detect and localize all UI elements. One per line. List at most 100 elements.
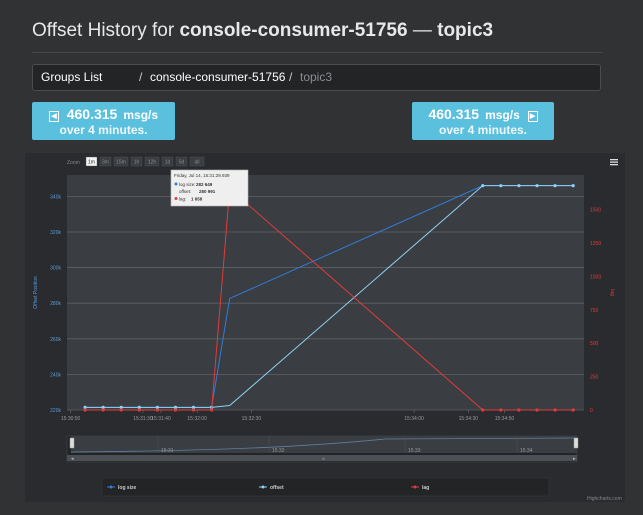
data-point <box>571 184 575 188</box>
legend-label: log size <box>118 485 137 491</box>
data-point <box>535 408 539 412</box>
scrollbar-grip: III <box>322 456 325 461</box>
data-point <box>210 408 214 412</box>
tooltip-marker <box>174 197 178 200</box>
zoom-button-label: 3m <box>102 160 109 166</box>
legend-marker <box>261 485 265 489</box>
tooltip-label: lag: <box>179 197 186 202</box>
zoom-button-3m[interactable]: 3m <box>99 156 112 167</box>
x-tick-label: 15:34:00 <box>404 416 424 422</box>
zoom-button-label: 5d <box>179 160 185 166</box>
breadcrumb-separator: / <box>289 70 293 84</box>
y-tick-label: 260k <box>50 337 61 343</box>
rate-value: 460.315 <box>66 106 118 122</box>
rate-period: over 4 minutes. <box>59 123 148 137</box>
y-tick-label: 340k <box>50 194 61 200</box>
legend-marker <box>413 485 417 489</box>
legend-label: lag <box>422 485 429 491</box>
y-tick-label: 320k <box>50 230 61 236</box>
rate-box-right: 460.315 msg/s ▶ over 4 minutes. <box>412 102 554 140</box>
breadcrumb-separator: / <box>139 70 143 84</box>
right-arrow-icon: ▶ <box>527 111 538 122</box>
data-point <box>101 408 105 412</box>
tooltip-value: 280 991 <box>199 189 216 194</box>
y-tick-label: 300k <box>50 266 61 272</box>
zoom-label: Zoom <box>67 160 80 166</box>
tooltip-label: offset: <box>179 189 191 194</box>
title-separator: — <box>407 20 438 41</box>
x-tick-label: 15:34:50 <box>495 416 515 422</box>
zoom-button-12h[interactable]: 12h <box>144 156 160 167</box>
zoom-button-label: 1d <box>165 160 171 166</box>
data-point <box>155 408 159 412</box>
zoom-button-1h[interactable]: 1h <box>130 156 143 167</box>
navigator-label: 15:31 <box>161 448 174 454</box>
data-point <box>499 184 503 188</box>
zoom-button-label: 12h <box>148 160 157 166</box>
y-axis-title: Offset Position <box>33 276 39 309</box>
legend-label: offset <box>270 485 284 491</box>
chart-credits: Highcharts.com <box>587 496 622 502</box>
x-tick-label: 15:34:30 <box>459 416 479 422</box>
data-point <box>535 184 539 188</box>
zoom-button-label: 1m <box>88 160 95 166</box>
title-topic: topic3 <box>437 20 494 41</box>
navigator-handle-left[interactable] <box>69 437 75 449</box>
x-tick-label: 15:31:40 <box>151 416 171 422</box>
data-point <box>553 184 557 188</box>
title-group: console-consumer-51756 <box>179 20 408 41</box>
breadcrumb: Groups List / console-consumer-51756 / t… <box>32 64 601 91</box>
zoom-button-label: 1h <box>134 160 140 166</box>
y2-tick-label: 1000 <box>590 274 601 280</box>
navigator-label: 15:32 <box>272 448 285 454</box>
data-point <box>481 408 485 412</box>
navigator-label: 15:34 <box>520 448 533 454</box>
data-point <box>517 184 521 188</box>
data-point <box>191 408 196 412</box>
breadcrumb-groups-list[interactable]: Groups List <box>41 65 102 90</box>
x-tick-label: 15:32:00 <box>187 416 207 422</box>
rate-unit: msg/s <box>123 108 159 122</box>
chart-tooltip: Friday, Jul 14, 15:31:29.939 log size: 2… <box>170 169 249 207</box>
data-point <box>83 408 87 412</box>
zoom-button-1m[interactable]: 1m <box>85 156 98 167</box>
rate-unit: msg/s <box>485 108 520 122</box>
data-point <box>119 408 123 412</box>
data-point <box>499 408 503 412</box>
data-point <box>553 408 557 412</box>
y-tick-label: 220k <box>50 408 61 414</box>
x-tick-label: 15:32:30 <box>242 416 262 422</box>
export-menu-button[interactable] <box>608 157 620 167</box>
breadcrumb-topic: topic3 <box>300 70 333 84</box>
zoom-button-15m[interactable]: 15m <box>113 156 129 167</box>
title-prefix: Offset History for <box>32 20 180 41</box>
chart-legend: log size offset lag <box>101 477 550 497</box>
rate-box-left: ◀ 460.315 msg/s over 4 minutes. <box>32 102 175 140</box>
y2-axis-title: lag <box>609 289 615 296</box>
y-tick-label: 240k <box>50 372 61 378</box>
breadcrumb-group[interactable]: console-consumer-51756 <box>150 65 285 90</box>
chart-navigator[interactable]: III ◂ ▸ 15:31 15:32 15:33 15:34 <box>66 435 579 463</box>
zoom-button-5d[interactable]: 5d <box>175 156 188 167</box>
rate-value: 460.315 <box>428 106 480 122</box>
y2-tick-label: 250 <box>590 375 599 381</box>
title-divider <box>32 52 602 53</box>
tooltip-label: log size: <box>179 182 196 187</box>
chart-svg: 220k 240k 260k 280k 300k 320k 340k 0 250 500 750 10… <box>33 156 622 502</box>
navigator-label: 15:33 <box>408 448 421 454</box>
data-point <box>137 408 141 412</box>
y2-tick-label: 750 <box>590 308 599 314</box>
zoom-button-all[interactable]: all <box>189 156 205 167</box>
data-point <box>571 408 575 412</box>
rate-period: over 4 minutes. <box>438 123 528 137</box>
tooltip-time: Friday, Jul 14, 15:31:29.939 <box>174 173 230 178</box>
navigator-handle-right[interactable] <box>573 437 579 449</box>
zoom-button-1d[interactable]: 1d <box>161 156 174 167</box>
legend-marker <box>109 485 113 489</box>
data-point <box>173 408 178 412</box>
zoom-button-label: all <box>194 160 199 166</box>
x-tick-label: 15:31:30 <box>133 416 153 422</box>
data-point <box>481 184 485 188</box>
offset-history-chart: 220k 240k 260k 280k 300k 320k 340k 0 250 500 750 10… <box>25 153 625 502</box>
zoom-button-label: 15m <box>116 160 126 166</box>
